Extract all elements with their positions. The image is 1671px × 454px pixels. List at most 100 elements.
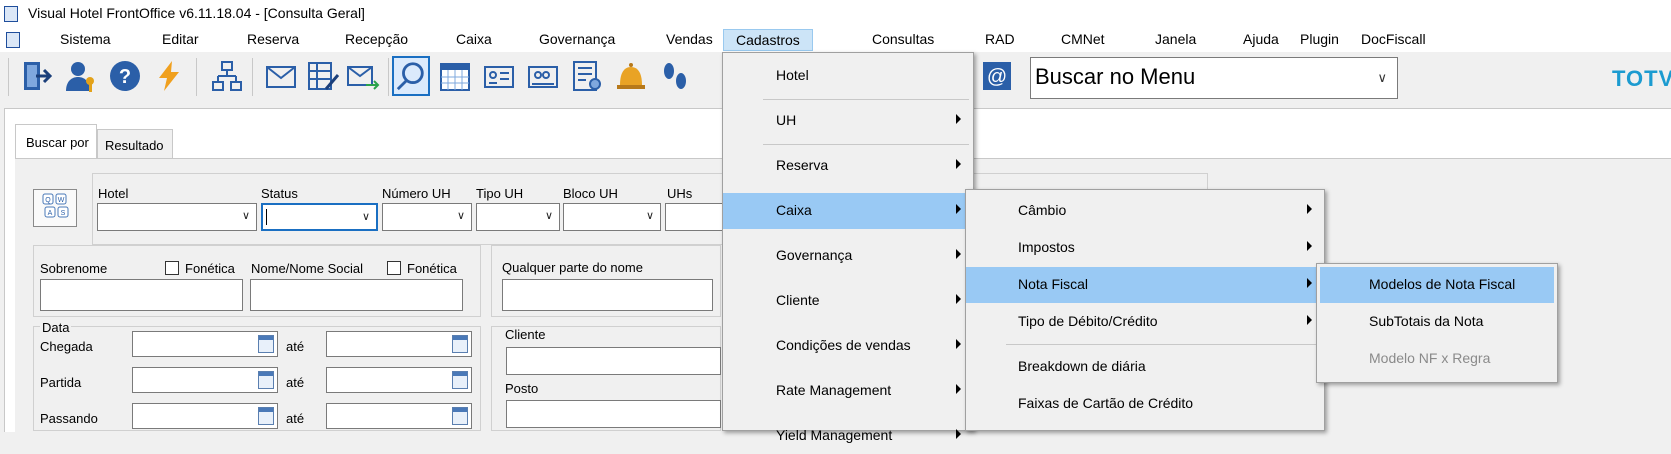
passando-de-input[interactable] [132,403,278,429]
menu-docfiscall[interactable]: DocFiscall [1361,31,1426,47]
cliente-label: Cliente [505,327,546,342]
menu-search-value: Buscar no Menu [1035,64,1196,89]
email-at-icon[interactable]: @ [978,56,1016,96]
menu-item-nota-fiscal[interactable]: Nota Fiscal [966,267,1324,303]
uhs-input[interactable] [665,203,725,231]
data-label: Data [40,320,72,335]
menu-item-yield-management[interactable]: Yield Management [723,418,973,454]
mdi-app-icon[interactable] [6,32,20,48]
menu-item-condicoes-de-vendas[interactable]: Condições de vendas [723,328,973,364]
menu-ajuda[interactable]: Ajuda [1243,31,1279,47]
menu-item-uh[interactable]: UH [723,103,973,139]
menu-consultas[interactable]: Consultas [872,31,934,47]
card-group-icon[interactable] [524,56,562,96]
calendar-icon[interactable] [258,371,274,389]
send-mail-icon[interactable] [344,56,382,96]
exit-icon[interactable] [18,56,56,96]
help-icon[interactable]: ? [106,56,144,96]
menu-caixa[interactable]: Caixa [456,31,492,47]
qualquer-parte-input[interactable] [502,279,713,311]
calendar-icon[interactable] [452,407,468,425]
chevron-down-icon: ∨ [544,210,553,222]
menu-item-cambio[interactable]: Câmbio [966,193,1324,229]
chevron-down-icon[interactable]: ∨ [1377,70,1387,86]
edit-grid-icon[interactable] [304,56,342,96]
status-label: Status [261,186,298,201]
menu-cadastros[interactable]: Cadastros [723,29,813,51]
menu-item-tipo-debito-credito[interactable]: Tipo de Débito/Crédito [966,304,1324,340]
user-key-icon[interactable] [62,56,100,96]
menu-governanca[interactable]: Governança [539,31,615,47]
menu-cmnet[interactable]: CMNet [1061,31,1105,47]
calendar-icon[interactable] [452,371,468,389]
fonetica-checkbox-2[interactable] [387,261,401,275]
bloco-uh-select[interactable]: ∨ [563,203,661,231]
nome-social-input[interactable] [250,279,463,311]
chevron-down-icon: ∨ [645,210,654,222]
fonetica-checkbox-1[interactable] [165,261,179,275]
bloco-uh-label: Bloco UH [563,186,618,201]
menu-bar: Sistema Editar Reserva Recepção Caixa Go… [0,28,1671,52]
menu-item-reserva[interactable]: Reserva [723,148,973,184]
keyboard-button[interactable]: QWA S [33,189,77,227]
card-icon[interactable] [480,56,518,96]
menu-item-subtotais-da-nota[interactable]: SubTotais da Nota [1317,304,1557,340]
menu-rad[interactable]: RAD [985,31,1015,47]
svg-text:A: A [48,210,53,217]
caixa-submenu: Câmbio Impostos Nota Fiscal Tipo de Débi… [965,189,1325,431]
menu-editar[interactable]: Editar [162,31,199,47]
calendar-icon[interactable] [258,335,274,353]
partida-de-input[interactable] [132,367,278,393]
tab-buscar-por[interactable]: Buscar por [15,124,97,158]
numero-uh-label: Número UH [382,186,451,201]
numero-uh-select[interactable]: ∨ [382,203,472,231]
lightning-icon[interactable] [150,56,188,96]
mail-icon[interactable] [262,56,300,96]
menu-recepcao[interactable]: Recepção [345,31,408,47]
tab-resultado[interactable]: Resultado [97,129,173,159]
submenu-arrow-icon [1307,315,1312,325]
menu-sistema[interactable]: Sistema [60,31,111,47]
sobrenome-input[interactable] [40,279,243,311]
ate-label: até [286,339,305,354]
menu-item-cliente[interactable]: Cliente [723,283,973,319]
qualquer-parte-label: Qualquer parte do nome [502,260,643,275]
partida-ate-input[interactable] [326,367,472,393]
menu-janela[interactable]: Janela [1155,31,1196,47]
submenu-arrow-icon [1307,278,1312,288]
search-icon[interactable] [392,56,430,96]
menu-item-rate-management[interactable]: Rate Management [723,373,973,409]
chegada-ate-input[interactable] [326,331,472,357]
menu-item-breakdown-de-diaria[interactable]: Breakdown de diária [966,349,1324,385]
org-chart-icon[interactable] [208,56,246,96]
calendar-icon[interactable] [452,335,468,353]
menu-item-impostos[interactable]: Impostos [966,230,1324,266]
calendar-icon[interactable] [436,56,474,96]
chegada-de-input[interactable] [132,331,278,357]
hotel-select[interactable]: ∨ [97,203,257,231]
svg-text:W: W [58,197,65,204]
passando-label: Passando [40,411,98,426]
footprints-icon[interactable] [656,56,694,96]
menu-reserva[interactable]: Reserva [247,31,299,47]
menu-item-caixa[interactable]: Caixa [723,193,973,229]
posto-label: Posto [505,381,539,396]
tipo-uh-label: Tipo UH [476,186,524,201]
posto-input[interactable] [506,400,721,428]
status-select[interactable]: ∨ [261,203,378,231]
menu-vendas[interactable]: Vendas [666,31,713,47]
bell-icon[interactable] [612,56,650,96]
cliente-input[interactable] [506,347,721,375]
menu-item-modelos-nota-fiscal[interactable]: Modelos de Nota Fiscal [1320,267,1554,303]
submenu-arrow-icon [956,159,961,169]
menu-item-governanca[interactable]: Governança [723,238,973,274]
svg-text:?: ? [119,66,131,88]
menu-plugin[interactable]: Plugin [1300,31,1339,47]
menu-item-hotel[interactable]: Hotel [723,58,973,94]
tipo-uh-select[interactable]: ∨ [476,203,560,231]
passando-ate-input[interactable] [326,403,472,429]
menu-item-faixas-cartao-credito[interactable]: Faixas de Cartão de Crédito [966,386,1324,422]
menu-search-combo[interactable]: Buscar no Menu ∨ [1030,57,1398,99]
report-icon[interactable] [568,56,606,96]
calendar-icon[interactable] [258,407,274,425]
